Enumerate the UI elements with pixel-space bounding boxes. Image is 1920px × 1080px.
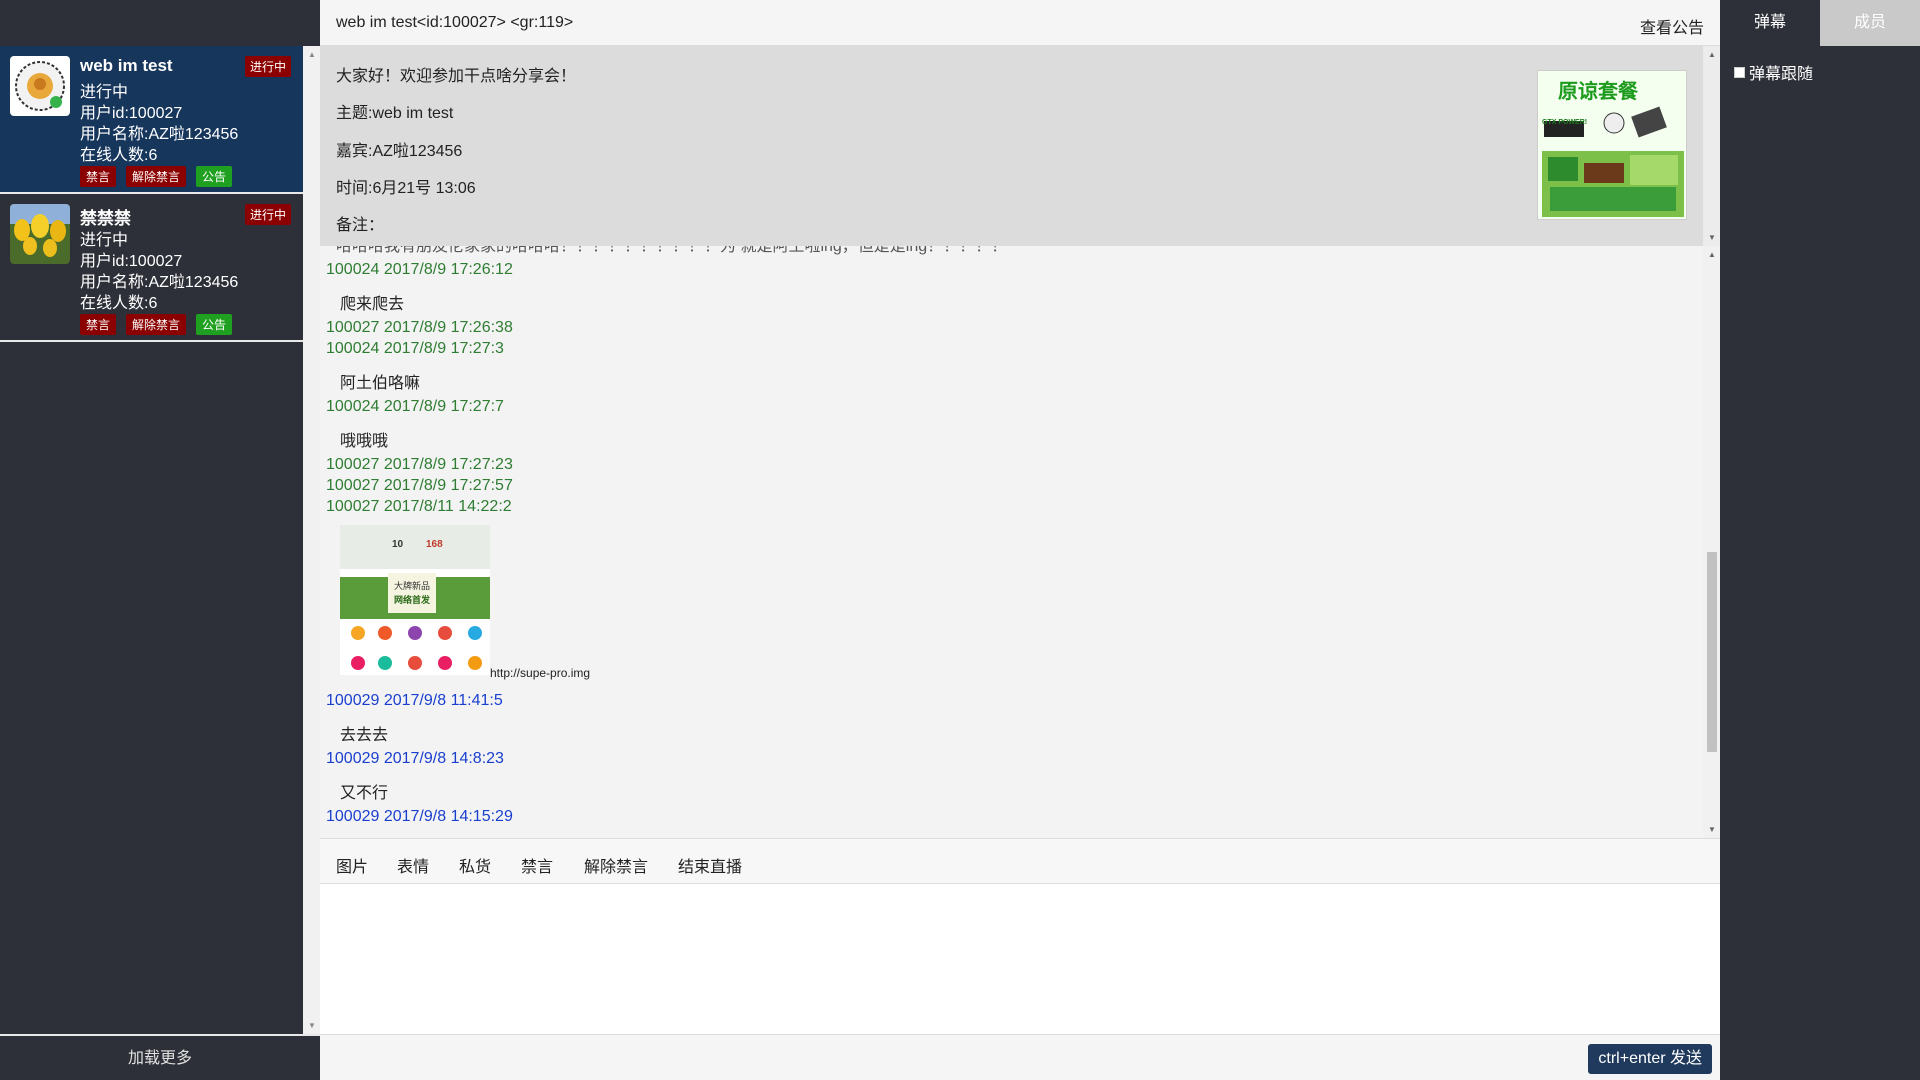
status-badge: 进行中 <box>244 204 291 225</box>
barrage-follow-toggle[interactable]: 弹幕跟随 <box>1734 60 1813 84</box>
message-text: 哦哦哦 <box>340 433 389 450</box>
room-actions: 禁言 解除禁言 公告 <box>80 314 233 335</box>
message-text: 又不行 <box>340 785 389 802</box>
announcement-topic: 主题:web im test <box>336 105 454 122</box>
message-input[interactable] <box>320 884 1720 1034</box>
message-meta: 100024 2017/8/9 17:27:7 <box>326 398 504 415</box>
room-item[interactable]: 禁禁禁 进行中 进行中 用户id:100027 用户名称:AZ啦123456 在… <box>0 194 303 342</box>
announcement-guest: 嘉宾:AZ啦123456 <box>336 143 463 160</box>
tulip-image-icon <box>10 204 70 264</box>
image-banner-d: 网络首发 <box>394 595 431 605</box>
room-sidebar: web im test 进行中 进行中 用户id:100027 用户名称:AZ啦… <box>0 0 320 1080</box>
message-meta: 100029 2017/9/8 14:8:23 <box>326 750 504 767</box>
load-more-button[interactable]: 加载更多 <box>0 1034 320 1080</box>
room-actions: 禁言 解除禁言 公告 <box>80 166 233 187</box>
mute-button[interactable]: 禁言 <box>521 853 553 877</box>
promo-title: 原谅套餐 <box>1558 81 1638 103</box>
promo-image: 原谅套餐 GTX POWER! <box>1537 70 1687 220</box>
message-meta: 100029 2017/9/8 14:15:29 <box>326 808 513 825</box>
room-online-count: 在线人数:6 <box>80 295 158 312</box>
tab-barrage[interactable]: 弹幕 <box>1720 0 1820 46</box>
image-banner-c: 大牌新品 <box>394 581 431 591</box>
room-title: web im test <box>80 56 173 75</box>
page-title: web im test<id:100027> <gr:119> <box>336 14 574 31</box>
sidebar-top <box>0 0 303 46</box>
message-text: 去去去 <box>340 727 389 744</box>
qr-code-icon <box>10 56 70 116</box>
message-text: 阿土伯咯嘛 <box>340 375 421 392</box>
scroll-down-icon[interactable]: ▼ <box>1708 233 1716 242</box>
promo-subtitle: GTX POWER! <box>1542 119 1588 126</box>
announcement-scrollbar[interactable]: ▲ ▼ <box>1703 46 1720 246</box>
scroll-down-icon[interactable]: ▼ <box>1708 825 1716 834</box>
mute-button[interactable]: 禁言 <box>80 166 117 187</box>
scroll-down-icon[interactable]: ▼ <box>308 1021 316 1030</box>
scroll-up-icon[interactable]: ▲ <box>1708 50 1716 59</box>
image-banner-b: 168 <box>426 539 443 550</box>
mute-button[interactable]: 禁言 <box>80 314 117 335</box>
sidebar-scrollbar[interactable]: ▲ ▼ <box>303 46 320 1034</box>
scroll-up-icon[interactable]: ▲ <box>308 50 316 59</box>
composer-footer: ctrl+enter 发送 <box>320 1034 1720 1080</box>
private-goods-button[interactable]: 私货 <box>459 853 491 877</box>
app-root: web im test 进行中 进行中 用户id:100027 用户名称:AZ啦… <box>0 0 1920 1080</box>
send-button[interactable]: ctrl+enter 发送 <box>1588 1044 1712 1074</box>
message-image[interactable]: 10 168 大牌新品 网络首发 <box>340 525 490 675</box>
scrollbar-thumb[interactable] <box>1707 552 1717 752</box>
message-meta: 100027 2017/8/11 14:22:2 <box>326 498 512 515</box>
notice-button[interactable]: 公告 <box>196 166 233 187</box>
image-caption: http://supe-pro.img <box>490 666 591 680</box>
end-live-button[interactable]: 结束直播 <box>678 853 742 877</box>
room-list[interactable]: web im test 进行中 进行中 用户id:100027 用户名称:AZ啦… <box>0 46 303 1034</box>
image-button[interactable]: 图片 <box>336 853 368 877</box>
composer-toolbar: 图片 表情 私货 禁言 解除禁言 结束直播 <box>320 838 1720 884</box>
right-panel: 弹幕 成员 弹幕跟随 <box>1720 0 1920 1080</box>
message-meta: 100027 2017/8/9 17:27:57 <box>326 477 513 494</box>
announcement-time: 时间:6月21号 13:06 <box>336 180 476 197</box>
status-badge: 进行中 <box>244 56 291 77</box>
message-list[interactable]: 哈哈哈我有朋友伦家家的哈哈哈！！！！！！！！！！为 就是阿土啦ing，但是是in… <box>320 246 1703 838</box>
message-scrollbar[interactable]: ▲ ▼ <box>1703 246 1720 838</box>
message-meta: 100029 2017/9/8 11:41:5 <box>326 692 503 709</box>
message-meta: 100027 2017/8/9 17:26:38 <box>326 319 513 336</box>
announcement-note: 备注： <box>336 217 385 234</box>
tab-members[interactable]: 成员 <box>1820 0 1920 46</box>
chat-main: web im test<id:100027> <gr:119> 查看公告 大家好… <box>320 0 1720 1080</box>
scroll-up-icon[interactable]: ▲ <box>1708 250 1716 259</box>
announcement-panel: 大家好！欢迎参加干点啥分享会！ 主题:web im test 嘉宾:AZ啦123… <box>320 46 1703 246</box>
unmute-button[interactable]: 解除禁言 <box>126 166 187 187</box>
room-online-count: 在线人数:6 <box>80 147 158 164</box>
message-text: 爬来爬去 <box>340 296 405 313</box>
unmute-button[interactable]: 解除禁言 <box>126 314 187 335</box>
notice-button[interactable]: 公告 <box>196 314 233 335</box>
message-meta: 100024 2017/8/9 17:26:12 <box>326 261 513 278</box>
message-meta: 100024 2017/8/9 17:27:3 <box>326 340 504 357</box>
barrage-follow-label: 弹幕跟随 <box>1749 66 1814 83</box>
chat-header: web im test<id:100027> <gr:119> 查看公告 <box>320 0 1720 46</box>
image-banner-a: 10 <box>392 539 404 550</box>
unmute-button[interactable]: 解除禁言 <box>584 853 648 877</box>
message-meta: 100027 2017/8/9 17:27:23 <box>326 456 513 473</box>
room-item[interactable]: web im test 进行中 进行中 用户id:100027 用户名称:AZ啦… <box>0 46 303 194</box>
emoji-button[interactable]: 表情 <box>397 853 429 877</box>
message-text: 哈哈哈我有朋友伦家家的哈哈哈！！！！！！！！！！为 就是阿土啦ing，但是是in… <box>336 246 1008 255</box>
announcement-welcome: 大家好！欢迎参加干点啥分享会！ <box>336 68 577 85</box>
checkbox-icon[interactable] <box>1734 66 1745 78</box>
view-notice-link[interactable]: 查看公告 <box>1640 14 1704 38</box>
